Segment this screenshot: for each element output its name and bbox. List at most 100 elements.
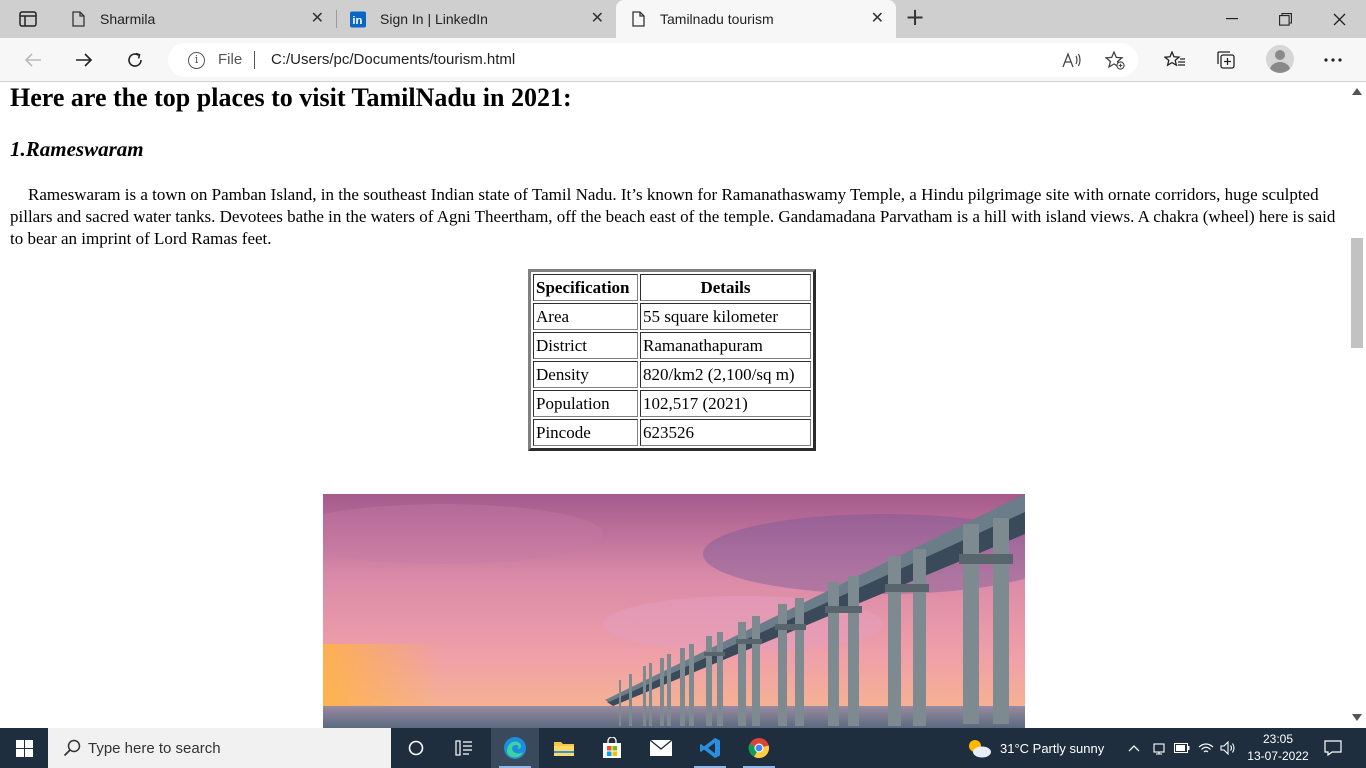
tab-label: Tamilnadu tourism [660, 11, 774, 27]
store-bag-icon [603, 737, 621, 758]
chrome-button[interactable] [735, 728, 783, 768]
info-icon[interactable]: i [188, 52, 205, 69]
profile-avatar[interactable] [1266, 45, 1294, 73]
table-row: Area 55 square kilometer [533, 303, 811, 330]
volume-icon [1220, 741, 1235, 755]
refresh-button[interactable] [121, 46, 149, 74]
task-view-button[interactable] [392, 728, 440, 768]
chrome-icon [748, 738, 770, 759]
network-icon [1153, 743, 1165, 755]
collections-button[interactable] [1212, 46, 1240, 74]
mail-button[interactable] [637, 728, 685, 768]
edge-taskbar-button[interactable] [491, 728, 539, 768]
taskbar-clock[interactable]: 23:05 13-07-2022 [1243, 731, 1313, 765]
start-button[interactable] [0, 728, 48, 768]
partly-sunny-icon [969, 740, 991, 758]
chevron-up-icon [1128, 745, 1140, 752]
protocol-label: File [218, 51, 243, 68]
tab-strip: Sharmila ✕ in Sign In | LinkedIn ✕ Tamil… [0, 0, 1366, 38]
close-window-icon[interactable] [1313, 0, 1365, 38]
table-cell: 102,517 (2021) [640, 390, 811, 417]
scroll-up-arrow-icon[interactable] [1352, 88, 1362, 95]
tab-sharmila[interactable]: Sharmila ✕ [56, 0, 336, 38]
browser-toolbar: i File C:/Users/pc/Documents/tourism.htm… [0, 38, 1366, 82]
table-header-details: Details [640, 274, 811, 301]
address-bar[interactable]: i File C:/Users/pc/Documents/tourism.htm… [168, 43, 1138, 77]
table-cell: 55 square kilometer [640, 303, 811, 330]
widgets-button[interactable] [440, 728, 488, 768]
section-title: 1.Rameswaram [10, 137, 144, 161]
pamban-bridge-image [323, 494, 1025, 728]
microsoft-store-button[interactable] [588, 728, 636, 768]
favorites-icon [1164, 51, 1185, 67]
minimize-icon[interactable] [1206, 0, 1258, 38]
search-placeholder: Type here to search [88, 740, 221, 757]
collections-icon [1217, 51, 1235, 69]
vertical-scrollbar[interactable] [1348, 83, 1366, 728]
close-tab-icon[interactable]: ✕ [311, 11, 324, 27]
page-heading: Here are the top places to visit TamilNa… [10, 83, 572, 112]
vscode-button[interactable] [686, 728, 734, 768]
notifications-button[interactable] [1313, 728, 1353, 768]
windows-logo-icon [15, 739, 33, 757]
tab-label: Sign In | LinkedIn [380, 11, 488, 27]
table-cell: 820/km2 (2,100/sq m) [640, 361, 811, 388]
more-dots-icon [1324, 58, 1342, 62]
table-cell: Ramanathapuram [640, 332, 811, 359]
page-viewport: Here are the top places to visit TamilNa… [0, 83, 1348, 728]
close-tab-icon[interactable]: ✕ [871, 11, 884, 27]
file-explorer-button[interactable] [540, 728, 588, 768]
edge-icon [504, 737, 526, 759]
table-cell: 623526 [640, 419, 811, 446]
table-header-specification: Specification [533, 274, 638, 301]
table-cell: Area [533, 303, 638, 330]
tab-actions-icon [18, 11, 37, 27]
cortana-circle-icon [408, 740, 424, 756]
specification-table: Specification Details Area 55 square kil… [528, 269, 816, 451]
scrollbar-thumb[interactable] [1351, 238, 1363, 348]
tab-linkedin[interactable]: in Sign In | LinkedIn ✕ [336, 0, 616, 38]
table-cell: Density [533, 361, 638, 388]
notification-icon [1324, 740, 1342, 756]
new-tab-icon[interactable]: + [903, 5, 927, 30]
folder-icon [554, 742, 574, 756]
table-cell: District [533, 332, 638, 359]
close-tab-icon[interactable]: ✕ [591, 11, 604, 27]
clock-date: 13-07-2022 [1247, 749, 1309, 763]
tab-label: Sharmila [100, 11, 156, 27]
weather-widget[interactable]: 31°C Partly sunny [966, 728, 1104, 768]
weather-text: 31°C Partly sunny [1000, 740, 1105, 756]
read-aloud-icon[interactable] [1061, 49, 1083, 71]
table-row: Population 102,517 (2021) [533, 390, 811, 417]
scroll-down-arrow-icon[interactable] [1352, 714, 1362, 721]
back-arrow-icon [24, 53, 41, 67]
search-icon [63, 739, 81, 757]
windows-taskbar: Type here to search 31°C Partly sunny 23… [0, 728, 1366, 768]
forward-button[interactable] [70, 46, 98, 74]
forward-arrow-icon [76, 53, 93, 67]
system-tray-icons[interactable] [1153, 728, 1236, 768]
add-favorite-icon[interactable] [1104, 49, 1126, 71]
favorites-button[interactable] [1161, 46, 1189, 74]
table-row: District Ramanathapuram [533, 332, 811, 359]
back-button[interactable] [19, 46, 47, 74]
taskbar-search-box[interactable]: Type here to search [48, 728, 391, 768]
page-icon [70, 10, 86, 28]
restore-icon[interactable] [1259, 0, 1311, 38]
rameswaram-description: Rameswaram is a town on Pamban Island, i… [10, 185, 1336, 248]
page-icon [630, 10, 646, 28]
show-hidden-icons-button[interactable] [1128, 728, 1140, 768]
mail-icon [649, 739, 673, 756]
linkedin-icon: in [350, 10, 366, 28]
settings-more-button[interactable] [1319, 46, 1347, 74]
battery-icon [1174, 743, 1190, 753]
tab-tamilnadu-tourism[interactable]: Tamilnadu tourism ✕ [616, 0, 896, 38]
vscode-icon [700, 738, 720, 758]
task-view-icon [455, 740, 472, 756]
address-divider [254, 51, 255, 69]
table-cell: Pincode [533, 419, 638, 446]
url-text[interactable]: C:/Users/pc/Documents/tourism.html [271, 51, 515, 68]
clock-time: 23:05 [1262, 732, 1294, 746]
tab-actions-button[interactable] [0, 0, 55, 38]
table-cell: Population [533, 390, 638, 417]
